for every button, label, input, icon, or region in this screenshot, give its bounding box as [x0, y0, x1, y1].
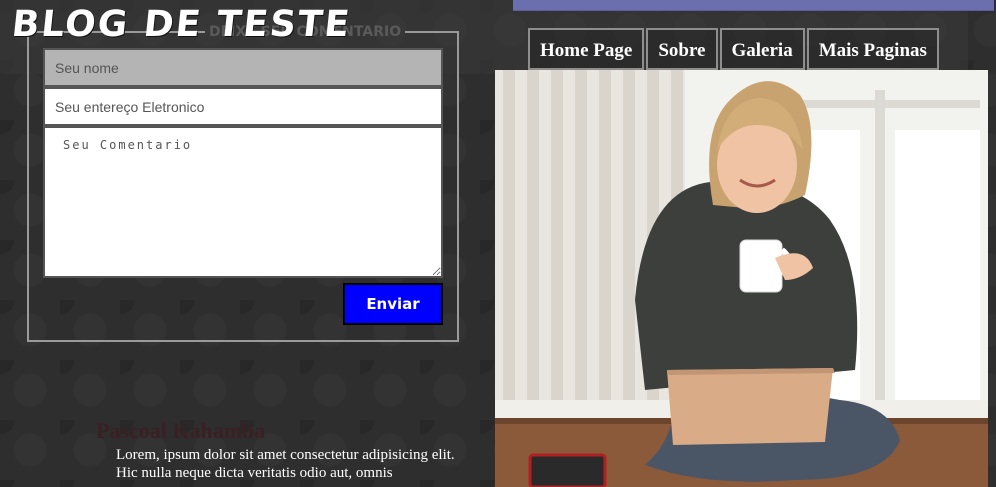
nav-galeria[interactable]: Galeria	[719, 28, 805, 70]
email-input[interactable]	[43, 87, 443, 126]
submit-button[interactable]: Enviar	[343, 283, 443, 325]
post-text: Lorem, ipsum dolor sit amet consectetur …	[116, 447, 455, 481]
woman-laptop-illustration	[495, 70, 988, 487]
hero-image	[495, 70, 988, 487]
site-title: BLOG DE TESTE	[9, 4, 354, 45]
nav-home[interactable]: Home Page	[528, 28, 645, 70]
name-input[interactable]	[43, 48, 443, 87]
nav-sobre[interactable]: Sobre	[646, 28, 718, 70]
comment-textarea[interactable]	[43, 126, 443, 278]
nav-mais-paginas[interactable]: Mais Paginas	[806, 28, 939, 70]
nav-accent-strip	[513, 0, 994, 11]
main-nav: Home Page Sobre Galeria Mais Paginas	[528, 28, 939, 70]
post-author: Pascoal Kahamba	[96, 418, 266, 443]
